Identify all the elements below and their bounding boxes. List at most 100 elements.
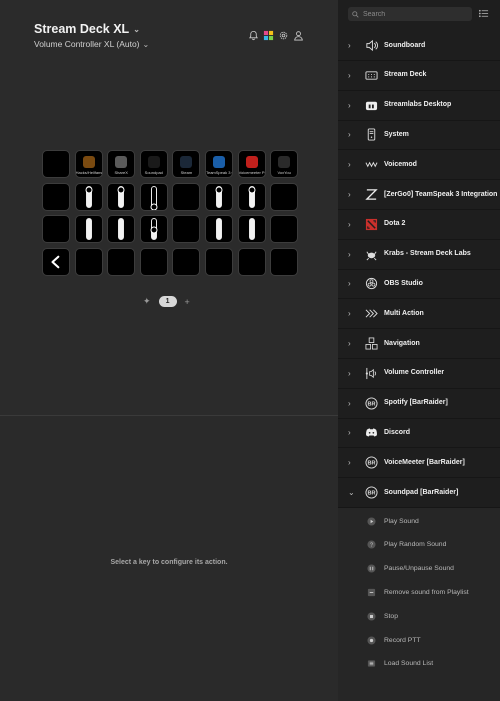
page-indicator[interactable]: 1: [158, 296, 177, 307]
action-record-ptt[interactable]: Record PTT: [338, 628, 500, 652]
category-zergo0-teamspeak-3-integration[interactable]: › [ZerGo0] TeamSpeak 3 Integration: [338, 180, 500, 210]
app-icon: [278, 155, 291, 168]
multi-action-icon: [364, 307, 378, 321]
search-input[interactable]: [363, 10, 463, 18]
empty-key[interactable]: [204, 247, 233, 276]
search-box[interactable]: [348, 7, 472, 21]
chevron-right-icon[interactable]: ›: [348, 309, 362, 318]
back-key[interactable]: [42, 247, 70, 276]
pause-icon: [366, 564, 376, 574]
app-key[interactable]: TeamSpeak 3 Cl...: [204, 150, 233, 178]
empty-key[interactable]: [270, 215, 299, 244]
category-krabs-stream-deck-labs[interactable]: › Krabs - Stream Deck Labs: [338, 240, 500, 270]
action-remove-sound-from-playlist[interactable]: Remove sound from Playlist: [338, 580, 500, 605]
action-play-random-sound[interactable]: ? Play Random Sound: [338, 532, 500, 557]
category-soundpad-barraider[interactable]: ⌄ BR Soundpad [BarRaider]: [338, 478, 500, 508]
svg-text:BR: BR: [367, 401, 375, 407]
category-obs-studio[interactable]: › OBS Studio: [338, 269, 500, 300]
volume-slider-key[interactable]: [204, 215, 233, 244]
chevron-right-icon[interactable]: ›: [348, 220, 362, 229]
category-volume-controller[interactable]: › Volume Controller: [338, 359, 500, 389]
volume-slider-key[interactable]: [139, 215, 168, 244]
key-label: TeamSpeak 3 Cl...: [205, 171, 232, 175]
volume-slider-key[interactable]: [107, 182, 136, 211]
profile-selector[interactable]: Volume Controller XL (Auto) ⌄: [34, 39, 149, 49]
action-load-sound-list[interactable]: Load Sound List: [338, 651, 500, 676]
marketplace-icon[interactable]: [263, 28, 274, 41]
chevron-right-icon[interactable]: ›: [348, 160, 362, 169]
pin-icon[interactable]: ✦: [143, 296, 151, 307]
category-dota-2[interactable]: › Dota 2: [338, 210, 500, 240]
action-play-sound[interactable]: Play Sound: [338, 509, 500, 533]
category-label: OBS Studio: [384, 279, 423, 287]
volume-slider-key[interactable]: [237, 182, 266, 211]
chevron-right-icon[interactable]: ›: [348, 190, 362, 199]
chevron-right-icon[interactable]: ›: [348, 250, 362, 259]
empty-key[interactable]: [270, 247, 299, 276]
chevron-right-icon[interactable]: ›: [348, 458, 362, 467]
category-streamlabs-desktop[interactable]: › Streamlabs Desktop: [338, 91, 500, 121]
category-label: System: [384, 130, 409, 138]
category-voicemod[interactable]: › Voicemod: [338, 150, 500, 181]
app-key[interactable]: Hacks/Hellfans: [74, 150, 103, 178]
app-key[interactable]: Voicemeeter Po...: [237, 150, 266, 178]
volume-slider-key[interactable]: [74, 182, 103, 211]
empty-key[interactable]: [42, 150, 70, 178]
category-voicemeeter-barraider[interactable]: › BR VoiceMeeter [BarRaider]: [338, 448, 500, 479]
empty-key[interactable]: [172, 247, 201, 276]
category-system[interactable]: › System: [338, 120, 500, 151]
action-stop[interactable]: Stop: [338, 604, 500, 629]
empty-key[interactable]: [107, 247, 136, 276]
empty-key[interactable]: [172, 215, 201, 244]
empty-key[interactable]: [42, 215, 70, 244]
volume-slider-key[interactable]: [237, 215, 266, 244]
barraider-icon: BR: [364, 396, 378, 410]
account-icon[interactable]: [293, 28, 304, 41]
chevron-right-icon[interactable]: ›: [348, 101, 362, 110]
empty-key[interactable]: [74, 247, 103, 276]
chevron-right-icon[interactable]: ›: [348, 41, 362, 50]
category-label: Soundpad [BarRaider]: [384, 488, 459, 496]
category-multi-action[interactable]: › Multi Action: [338, 299, 500, 330]
add-page-button[interactable]: +: [185, 297, 190, 307]
gear-icon[interactable]: [278, 28, 289, 40]
volume-level-bar: [215, 218, 222, 241]
chevron-right-icon[interactable]: ›: [348, 71, 362, 80]
category-navigation[interactable]: › Navigation: [338, 329, 500, 359]
empty-key[interactable]: [172, 182, 201, 211]
category-spotify-barraider[interactable]: › BR Spotify [BarRaider]: [338, 389, 500, 419]
empty-key[interactable]: [237, 247, 266, 276]
category-label: Discord: [384, 428, 411, 436]
empty-inspector-hint: Select a key to configure its action.: [110, 559, 228, 566]
list-view-icon[interactable]: [478, 8, 490, 20]
chevron-right-icon[interactable]: ›: [348, 399, 362, 408]
category-stream-deck[interactable]: › Stream Deck: [338, 61, 500, 91]
app-key[interactable]: Soundpad: [139, 150, 168, 178]
chevron-right-icon[interactable]: ›: [348, 428, 362, 437]
app-key[interactable]: Steam: [172, 150, 201, 178]
search-icon: [352, 10, 359, 18]
app-key[interactable]: ShareX: [107, 150, 136, 178]
volume-slider-key[interactable]: [107, 215, 136, 244]
volume-slider-key[interactable]: [74, 215, 103, 244]
empty-key[interactable]: [270, 182, 299, 211]
chevron-right-icon[interactable]: ›: [348, 130, 362, 139]
empty-key[interactable]: [42, 182, 70, 211]
action-pause-unpause-sound[interactable]: Pause/Unpause Sound: [338, 556, 500, 581]
chevron-right-icon[interactable]: ›: [348, 369, 362, 378]
chevron-right-icon[interactable]: ›: [348, 339, 362, 348]
category-label: Volume Controller: [384, 369, 445, 377]
canvas-area: Stream Deck XL ⌄ Volume Controller XL (A…: [0, 0, 338, 415]
chevron-down-icon[interactable]: ⌄: [348, 488, 362, 497]
remove-icon: [366, 587, 376, 597]
app-key[interactable]: VoxYou: [270, 150, 299, 178]
chevron-right-icon[interactable]: ›: [348, 279, 362, 288]
empty-key[interactable]: [139, 247, 168, 276]
volume-slider-key[interactable]: [139, 182, 168, 211]
svg-text:BR: BR: [367, 461, 375, 467]
category-discord[interactable]: › Discord: [338, 418, 500, 449]
category-soundboard[interactable]: › Soundboard: [338, 31, 500, 61]
volume-slider-key[interactable]: [204, 182, 233, 211]
bell-icon[interactable]: [248, 28, 259, 41]
device-selector[interactable]: Stream Deck XL ⌄: [34, 22, 140, 36]
